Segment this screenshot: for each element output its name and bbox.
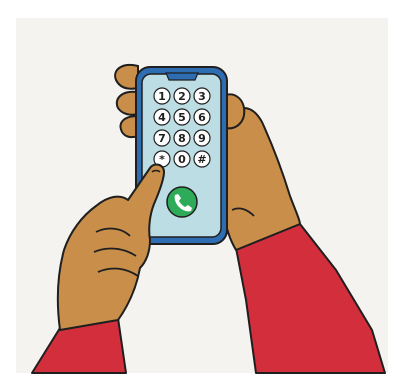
key-7-label: 7 — [158, 132, 166, 145]
key-3-label: 3 — [198, 90, 206, 103]
phone-notch — [165, 72, 199, 81]
key-0-label: 0 — [178, 153, 186, 166]
call-button-circle[interactable] — [166, 186, 198, 218]
key-9-label: 9 — [198, 132, 206, 145]
key-8-label: 8 — [178, 132, 186, 145]
key-5-label: 5 — [178, 111, 186, 124]
key-6-label: 6 — [198, 111, 206, 124]
finger-2 — [115, 90, 139, 116]
call-button[interactable] — [166, 186, 198, 218]
key-star-label: * — [159, 153, 165, 166]
illustration-canvas: 1 2 3 4 5 6 7 8 9 * 0 # — [0, 0, 404, 389]
key-4-label: 4 — [158, 111, 166, 124]
key-2-label: 2 — [178, 90, 186, 103]
key-hash-label: # — [197, 153, 206, 166]
finger-1 — [114, 64, 139, 90]
key-1-label: 1 — [158, 90, 166, 103]
phone-dialing-illustration: 1 2 3 4 5 6 7 8 9 * 0 # — [0, 0, 404, 389]
